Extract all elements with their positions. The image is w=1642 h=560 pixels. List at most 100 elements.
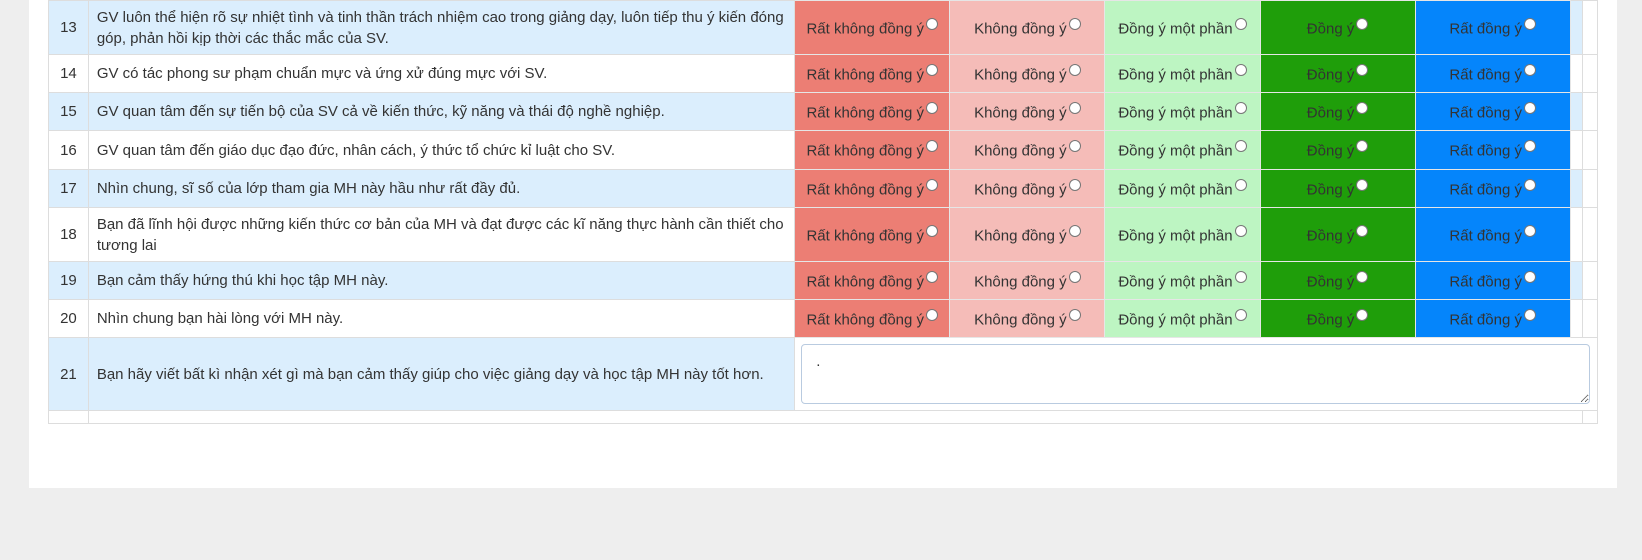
radio-button[interactable] bbox=[926, 178, 939, 191]
option-label: Đồng ý một phần bbox=[1118, 20, 1233, 38]
radio-button[interactable] bbox=[1523, 140, 1536, 153]
option-agree[interactable]: Đồng ý bbox=[1259, 261, 1416, 300]
option-partly-agree[interactable]: Đồng ý một phần bbox=[1104, 92, 1261, 131]
option-partly-agree[interactable]: Đồng ý một phần bbox=[1104, 0, 1261, 55]
table-row: 19 Bạn cảm thấy hứng thú khi học tập MH n… bbox=[48, 261, 1598, 300]
radio-button[interactable] bbox=[1356, 63, 1369, 76]
radio-button[interactable] bbox=[1523, 270, 1536, 283]
radio-button[interactable] bbox=[1234, 178, 1247, 191]
survey-table: 13 GV luôn thể hiện rõ sự nhiệt tình và t… bbox=[48, 0, 1598, 424]
option-disagree[interactable]: Không đồng ý bbox=[949, 299, 1106, 338]
comment-section: 21 Bạn hãy viết bất kì nhận xét gì mà bạ… bbox=[48, 337, 1598, 424]
option-strongly-disagree[interactable]: Rất không đồng ý bbox=[794, 130, 951, 170]
option-strongly-agree[interactable]: Rất đồng ý bbox=[1414, 299, 1571, 338]
option-disagree[interactable]: Không đồng ý bbox=[949, 207, 1106, 262]
radio-button[interactable] bbox=[1523, 178, 1536, 191]
table-row: 18 Bạn đã lĩnh hội được những kiến thức c… bbox=[48, 207, 1598, 262]
option-partly-agree[interactable]: Đồng ý một phần bbox=[1104, 54, 1261, 93]
option-partly-agree[interactable]: Đồng ý một phần bbox=[1104, 299, 1261, 338]
row-spacer bbox=[1569, 299, 1584, 338]
option-disagree[interactable]: Không đồng ý bbox=[949, 169, 1106, 208]
comment-textarea[interactable]: . bbox=[801, 344, 1590, 404]
option-disagree[interactable]: Không đồng ý bbox=[949, 130, 1106, 170]
option-agree[interactable]: Đồng ý bbox=[1259, 169, 1416, 208]
radio-button[interactable] bbox=[926, 270, 939, 283]
radio-button[interactable] bbox=[1068, 101, 1081, 114]
option-agree[interactable]: Đồng ý bbox=[1259, 54, 1416, 93]
radio-button[interactable] bbox=[1523, 17, 1536, 30]
radio-button[interactable] bbox=[1356, 308, 1369, 321]
option-strongly-disagree[interactable]: Rất không đồng ý bbox=[794, 92, 951, 131]
radio-button[interactable] bbox=[1068, 224, 1081, 237]
radio-button[interactable] bbox=[1356, 17, 1369, 30]
radio-button[interactable] bbox=[1068, 178, 1081, 191]
option-disagree[interactable]: Không đồng ý bbox=[949, 54, 1106, 93]
radio-button[interactable] bbox=[926, 101, 939, 114]
radio-button[interactable] bbox=[1068, 63, 1081, 76]
option-strongly-agree[interactable]: Rất đồng ý bbox=[1414, 92, 1571, 131]
option-partly-agree[interactable]: Đồng ý một phần bbox=[1104, 207, 1261, 262]
option-label: Đồng ý một phần bbox=[1118, 311, 1233, 329]
radio-button[interactable] bbox=[1523, 308, 1536, 321]
option-agree[interactable]: Đồng ý bbox=[1259, 299, 1416, 338]
row-spacer bbox=[1569, 261, 1584, 300]
radio-button[interactable] bbox=[1356, 224, 1369, 237]
radio-button[interactable] bbox=[1234, 63, 1247, 76]
radio-button[interactable] bbox=[1356, 101, 1369, 114]
option-strongly-disagree[interactable]: Rất không đồng ý bbox=[794, 0, 951, 55]
option-agree[interactable]: Đồng ý bbox=[1259, 0, 1416, 55]
option-label: Đồng ý bbox=[1306, 104, 1355, 122]
option-strongly-agree[interactable]: Rất đồng ý bbox=[1414, 130, 1571, 170]
radio-button[interactable] bbox=[1523, 101, 1536, 114]
option-strongly-disagree[interactable]: Rất không đồng ý bbox=[794, 261, 951, 300]
option-partly-agree[interactable]: Đồng ý một phần bbox=[1104, 169, 1261, 208]
option-partly-agree[interactable]: Đồng ý một phần bbox=[1104, 130, 1261, 170]
option-strongly-disagree[interactable]: Rất không đồng ý bbox=[794, 299, 951, 338]
option-label: Rất đồng ý bbox=[1449, 142, 1522, 160]
option-strongly-agree[interactable]: Rất đồng ý bbox=[1414, 261, 1571, 300]
option-disagree[interactable]: Không đồng ý bbox=[949, 0, 1106, 55]
radio-button[interactable] bbox=[1234, 17, 1247, 30]
question-number: 21 bbox=[48, 337, 89, 411]
radio-button[interactable] bbox=[1523, 224, 1536, 237]
option-agree[interactable]: Đồng ý bbox=[1259, 130, 1416, 170]
option-strongly-disagree[interactable]: Rất không đồng ý bbox=[794, 207, 951, 262]
radio-button[interactable] bbox=[926, 17, 939, 30]
option-strongly-agree[interactable]: Rất đồng ý bbox=[1414, 169, 1571, 208]
radio-button[interactable] bbox=[926, 224, 939, 237]
radio-button[interactable] bbox=[1356, 140, 1369, 153]
radio-button[interactable] bbox=[1234, 101, 1247, 114]
radio-button[interactable] bbox=[1356, 270, 1369, 283]
radio-button[interactable] bbox=[1523, 63, 1536, 76]
radio-button[interactable] bbox=[1068, 17, 1081, 30]
option-agree[interactable]: Đồng ý bbox=[1259, 207, 1416, 262]
radio-button[interactable] bbox=[1234, 140, 1247, 153]
option-partly-agree[interactable]: Đồng ý một phần bbox=[1104, 261, 1261, 300]
radio-button[interactable] bbox=[1234, 308, 1247, 321]
option-strongly-disagree[interactable]: Rất không đồng ý bbox=[794, 169, 951, 208]
option-label: Đồng ý bbox=[1306, 227, 1355, 245]
question-text: Bạn đã lĩnh hội được những kiến thức cơ … bbox=[87, 207, 796, 262]
option-label: Rất không đồng ý bbox=[806, 181, 925, 199]
option-strongly-agree[interactable]: Rất đồng ý bbox=[1414, 54, 1571, 93]
option-strongly-agree[interactable]: Rất đồng ý bbox=[1414, 0, 1571, 55]
radio-button[interactable] bbox=[1068, 308, 1081, 321]
radio-button[interactable] bbox=[1356, 178, 1369, 191]
radio-button[interactable] bbox=[926, 63, 939, 76]
radio-button[interactable] bbox=[926, 308, 939, 321]
option-strongly-agree[interactable]: Rất đồng ý bbox=[1414, 207, 1571, 262]
row-spacer bbox=[1582, 54, 1598, 93]
option-disagree[interactable]: Không đồng ý bbox=[949, 261, 1106, 300]
option-strongly-disagree[interactable]: Rất không đồng ý bbox=[794, 54, 951, 93]
radio-button[interactable] bbox=[1234, 224, 1247, 237]
radio-button[interactable] bbox=[1234, 270, 1247, 283]
question-number: 20 bbox=[48, 299, 89, 338]
option-label: Đồng ý một phần bbox=[1118, 142, 1233, 160]
option-label: Đồng ý bbox=[1306, 181, 1355, 199]
radio-button[interactable] bbox=[1068, 140, 1081, 153]
question-number: 17 bbox=[48, 169, 89, 208]
option-disagree[interactable]: Không đồng ý bbox=[949, 92, 1106, 131]
option-agree[interactable]: Đồng ý bbox=[1259, 92, 1416, 131]
radio-button[interactable] bbox=[1068, 270, 1081, 283]
radio-button[interactable] bbox=[926, 140, 939, 153]
